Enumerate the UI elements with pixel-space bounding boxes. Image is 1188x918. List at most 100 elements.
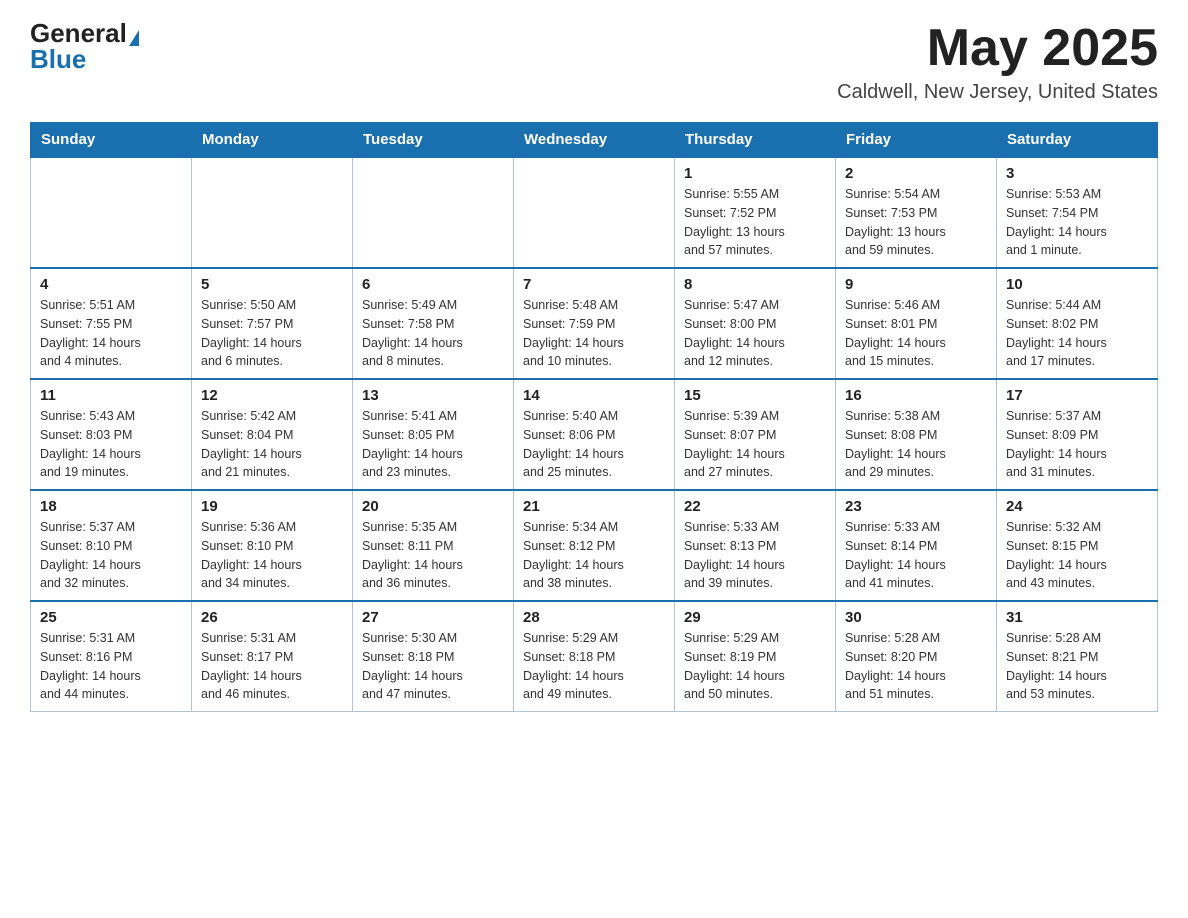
day-number: 10: [1006, 276, 1148, 293]
calendar-cell: [514, 157, 675, 268]
day-number: 24: [1006, 498, 1148, 515]
logo-triangle-icon: [129, 30, 139, 46]
day-number: 21: [523, 498, 665, 515]
day-info: Sunrise: 5:33 AMSunset: 8:14 PMDaylight:…: [845, 518, 987, 593]
day-info: Sunrise: 5:38 AMSunset: 8:08 PMDaylight:…: [845, 407, 987, 482]
day-info: Sunrise: 5:44 AMSunset: 8:02 PMDaylight:…: [1006, 296, 1148, 371]
page-header: General Blue May 2025 Caldwell, New Jers…: [30, 20, 1158, 104]
day-info: Sunrise: 5:55 AMSunset: 7:52 PMDaylight:…: [684, 185, 826, 260]
day-number: 17: [1006, 387, 1148, 404]
day-number: 27: [362, 609, 504, 626]
calendar-cell: 21Sunrise: 5:34 AMSunset: 8:12 PMDayligh…: [514, 490, 675, 601]
day-info: Sunrise: 5:35 AMSunset: 8:11 PMDaylight:…: [362, 518, 504, 593]
calendar-cell: 10 Sunrise: 5:44 AMSunset: 8:02 PMDayligh…: [997, 268, 1158, 379]
calendar-cell: 17 Sunrise: 5:37 AMSunset: 8:09 PMDayligh…: [997, 379, 1158, 490]
calendar-cell: 6Sunrise: 5:49 AMSunset: 7:58 PMDaylight…: [353, 268, 514, 379]
day-info: Sunrise: 5:32 AMSunset: 8:15 PMDaylight:…: [1006, 518, 1148, 593]
calendar-cell: 26 Sunrise: 5:31 AMSunset: 8:17 PMDayligh…: [192, 601, 353, 712]
day-number: 7: [523, 276, 665, 293]
calendar-cell: 1 Sunrise: 5:55 AMSunset: 7:52 PMDaylight…: [675, 157, 836, 268]
week-row-4: 18 Sunrise: 5:37 AMSunset: 8:10 PMDayligh…: [31, 490, 1158, 601]
day-number: 9: [845, 276, 987, 293]
day-number: 30: [845, 609, 987, 626]
day-number: 20: [362, 498, 504, 515]
day-info: Sunrise: 5:29 AMSunset: 8:18 PMDaylight:…: [523, 629, 665, 704]
day-info: Sunrise: 5:54 AMSunset: 7:53 PMDaylight:…: [845, 185, 987, 260]
day-number: 19: [201, 498, 343, 515]
day-info: Sunrise: 5:37 AMSunset: 8:09 PMDaylight:…: [1006, 407, 1148, 482]
calendar-cell: [192, 157, 353, 268]
calendar-cell: 31Sunrise: 5:28 AMSunset: 8:21 PMDayligh…: [997, 601, 1158, 712]
calendar-cell: 28 Sunrise: 5:29 AMSunset: 8:18 PMDayligh…: [514, 601, 675, 712]
calendar-cell: 5Sunrise: 5:50 AMSunset: 7:57 PMDaylight…: [192, 268, 353, 379]
calendar-cell: 4Sunrise: 5:51 AMSunset: 7:55 PMDaylight…: [31, 268, 192, 379]
day-info: Sunrise: 5:31 AMSunset: 8:17 PMDaylight:…: [201, 629, 343, 704]
calendar-location: Caldwell, New Jersey, United States: [837, 81, 1158, 104]
day-number: 15: [684, 387, 826, 404]
calendar-cell: 15 Sunrise: 5:39 AMSunset: 8:07 PMDayligh…: [675, 379, 836, 490]
day-number: 13: [362, 387, 504, 404]
day-info: Sunrise: 5:39 AMSunset: 8:07 PMDaylight:…: [684, 407, 826, 482]
calendar-cell: 2 Sunrise: 5:54 AMSunset: 7:53 PMDaylight…: [836, 157, 997, 268]
logo-general-text: General: [30, 20, 127, 46]
header-saturday: Saturday: [997, 123, 1158, 158]
calendar-cell: 23 Sunrise: 5:33 AMSunset: 8:14 PMDayligh…: [836, 490, 997, 601]
day-number: 25: [40, 609, 182, 626]
calendar-cell: 30 Sunrise: 5:28 AMSunset: 8:20 PMDayligh…: [836, 601, 997, 712]
calendar-cell: 27 Sunrise: 5:30 AMSunset: 8:18 PMDayligh…: [353, 601, 514, 712]
logo: General Blue: [30, 20, 139, 72]
day-number: 18: [40, 498, 182, 515]
day-number: 26: [201, 609, 343, 626]
day-number: 6: [362, 276, 504, 293]
header-sunday: Sunday: [31, 123, 192, 158]
header-wednesday: Wednesday: [514, 123, 675, 158]
day-number: 3: [1006, 165, 1148, 182]
day-info: Sunrise: 5:33 AMSunset: 8:13 PMDaylight:…: [684, 518, 826, 593]
calendar-cell: 24 Sunrise: 5:32 AMSunset: 8:15 PMDayligh…: [997, 490, 1158, 601]
day-number: 11: [40, 387, 182, 404]
day-info: Sunrise: 5:30 AMSunset: 8:18 PMDaylight:…: [362, 629, 504, 704]
day-number: 29: [684, 609, 826, 626]
calendar-cell: 18 Sunrise: 5:37 AMSunset: 8:10 PMDayligh…: [31, 490, 192, 601]
day-info: Sunrise: 5:28 AMSunset: 8:21 PMDaylight:…: [1006, 629, 1148, 704]
calendar-header-row: SundayMondayTuesdayWednesdayThursdayFrid…: [31, 123, 1158, 158]
day-number: 1: [684, 165, 826, 182]
day-info: Sunrise: 5:36 AMSunset: 8:10 PMDaylight:…: [201, 518, 343, 593]
day-number: 16: [845, 387, 987, 404]
day-info: Sunrise: 5:40 AMSunset: 8:06 PMDaylight:…: [523, 407, 665, 482]
week-row-5: 25Sunrise: 5:31 AMSunset: 8:16 PMDayligh…: [31, 601, 1158, 712]
day-number: 4: [40, 276, 182, 293]
day-info: Sunrise: 5:48 AMSunset: 7:59 PMDaylight:…: [523, 296, 665, 371]
header-friday: Friday: [836, 123, 997, 158]
calendar-cell: 20 Sunrise: 5:35 AMSunset: 8:11 PMDayligh…: [353, 490, 514, 601]
day-number: 2: [845, 165, 987, 182]
day-number: 12: [201, 387, 343, 404]
day-info: Sunrise: 5:53 AMSunset: 7:54 PMDaylight:…: [1006, 185, 1148, 260]
day-info: Sunrise: 5:37 AMSunset: 8:10 PMDaylight:…: [40, 518, 182, 593]
day-info: Sunrise: 5:46 AMSunset: 8:01 PMDaylight:…: [845, 296, 987, 371]
day-number: 23: [845, 498, 987, 515]
header-thursday: Thursday: [675, 123, 836, 158]
calendar-cell: 9 Sunrise: 5:46 AMSunset: 8:01 PMDaylight…: [836, 268, 997, 379]
calendar-cell: 25Sunrise: 5:31 AMSunset: 8:16 PMDayligh…: [31, 601, 192, 712]
day-number: 28: [523, 609, 665, 626]
day-info: Sunrise: 5:42 AMSunset: 8:04 PMDaylight:…: [201, 407, 343, 482]
calendar-cell: 16 Sunrise: 5:38 AMSunset: 8:08 PMDayligh…: [836, 379, 997, 490]
day-info: Sunrise: 5:28 AMSunset: 8:20 PMDaylight:…: [845, 629, 987, 704]
day-number: 8: [684, 276, 826, 293]
day-number: 14: [523, 387, 665, 404]
calendar-cell: 19 Sunrise: 5:36 AMSunset: 8:10 PMDayligh…: [192, 490, 353, 601]
logo-blue-text: Blue: [30, 46, 86, 72]
calendar-table: SundayMondayTuesdayWednesdayThursdayFrid…: [30, 122, 1158, 712]
week-row-2: 4Sunrise: 5:51 AMSunset: 7:55 PMDaylight…: [31, 268, 1158, 379]
calendar-cell: 7 Sunrise: 5:48 AMSunset: 7:59 PMDaylight…: [514, 268, 675, 379]
calendar-cell: 14 Sunrise: 5:40 AMSunset: 8:06 PMDayligh…: [514, 379, 675, 490]
day-info: Sunrise: 5:47 AMSunset: 8:00 PMDaylight:…: [684, 296, 826, 371]
calendar-cell: 29 Sunrise: 5:29 AMSunset: 8:19 PMDayligh…: [675, 601, 836, 712]
calendar-cell: 8 Sunrise: 5:47 AMSunset: 8:00 PMDaylight…: [675, 268, 836, 379]
week-row-3: 11Sunrise: 5:43 AMSunset: 8:03 PMDayligh…: [31, 379, 1158, 490]
day-number: 5: [201, 276, 343, 293]
day-info: Sunrise: 5:29 AMSunset: 8:19 PMDaylight:…: [684, 629, 826, 704]
calendar-cell: 13Sunrise: 5:41 AMSunset: 8:05 PMDayligh…: [353, 379, 514, 490]
day-number: 22: [684, 498, 826, 515]
